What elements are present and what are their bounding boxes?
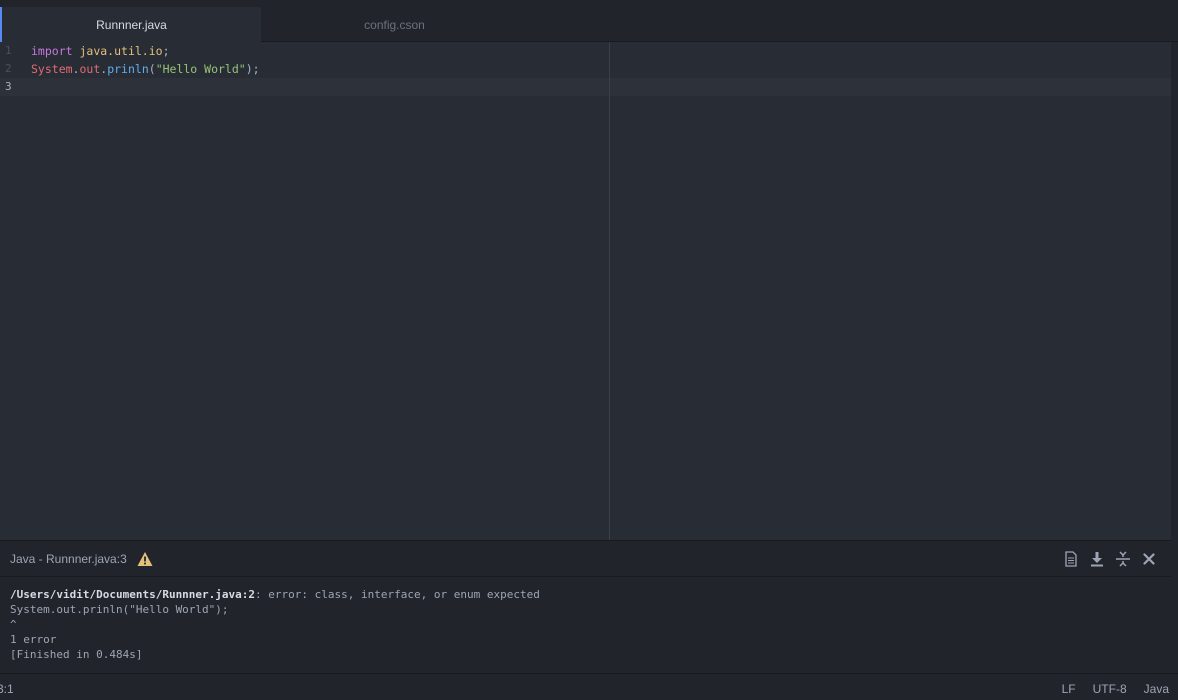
cursor-position[interactable]: 3:1 bbox=[0, 682, 14, 696]
line-number: 3 bbox=[5, 80, 12, 93]
field-token: out bbox=[79, 62, 101, 76]
error-path[interactable]: /Users/vidit/Documents/Runnner.java:2 bbox=[10, 588, 255, 601]
warning-icon bbox=[137, 552, 153, 566]
error-source: System.out.prinln("Hello World"); bbox=[10, 603, 229, 616]
wrap-guide bbox=[609, 42, 610, 540]
finished-time: [Finished in 0.484s] bbox=[10, 648, 143, 661]
method-token: prinln bbox=[107, 62, 149, 76]
line-number: 2 bbox=[5, 62, 12, 75]
panel-toolbar bbox=[1063, 551, 1157, 567]
tab-bar: Runnner.java config.cson bbox=[0, 0, 1178, 43]
string-token: "Hello World" bbox=[155, 62, 246, 76]
error-caret: ^ bbox=[10, 618, 17, 631]
tab-label: config.cson bbox=[364, 18, 425, 32]
code-lines[interactable]: import java.util.io; System.out.prinln("… bbox=[31, 42, 1171, 96]
code-line[interactable]: import java.util.io; bbox=[31, 42, 1171, 60]
close-icon[interactable] bbox=[1141, 551, 1157, 567]
punctuation-token: ); bbox=[245, 62, 260, 76]
code-editor[interactable]: 1 2 3 import java.util.io; System.out.pr… bbox=[0, 42, 1171, 540]
error-count: 1 error bbox=[10, 633, 57, 646]
tab-runnner-java[interactable]: Runnner.java bbox=[0, 7, 261, 43]
script-output-panel-header: Java - Runnner.java:3 bbox=[0, 540, 1171, 577]
status-bar-right: LF UTF-8 Java bbox=[1062, 682, 1169, 696]
error-message: : error: class, interface, or enum expec… bbox=[255, 588, 540, 601]
line-number: 1 bbox=[5, 44, 12, 57]
tab-config-cson[interactable]: config.cson bbox=[264, 7, 525, 43]
code-line[interactable] bbox=[31, 78, 1171, 96]
keyword-token: import bbox=[31, 44, 73, 58]
line-number-gutter: 1 2 3 bbox=[0, 42, 24, 96]
line-ending-selector[interactable]: LF bbox=[1062, 682, 1076, 696]
punctuation-token: ( bbox=[148, 62, 156, 76]
script-output[interactable]: /Users/vidit/Documents/Runnner.java:2: e… bbox=[0, 577, 1171, 673]
tab-label: Runnner.java bbox=[96, 18, 167, 32]
grammar-selector[interactable]: Java bbox=[1144, 682, 1169, 696]
panel-title: Java - Runnner.java:3 bbox=[10, 552, 127, 566]
download-icon[interactable] bbox=[1089, 551, 1105, 567]
encoding-selector[interactable]: UTF-8 bbox=[1093, 682, 1127, 696]
scroll-lock-icon[interactable] bbox=[1115, 551, 1131, 567]
punctuation-token: ; bbox=[162, 44, 170, 58]
error-line: /Users/vidit/Documents/Runnner.java:2: e… bbox=[10, 587, 1161, 602]
vertical-scrollbar[interactable] bbox=[1171, 42, 1178, 674]
package-token: java.util.io bbox=[79, 44, 163, 58]
code-line[interactable]: System.out.prinln("Hello World"); bbox=[31, 60, 1171, 78]
status-bar: 3:1 LF UTF-8 Java bbox=[0, 673, 1178, 700]
file-icon[interactable] bbox=[1063, 551, 1079, 567]
class-token: System bbox=[31, 62, 73, 76]
